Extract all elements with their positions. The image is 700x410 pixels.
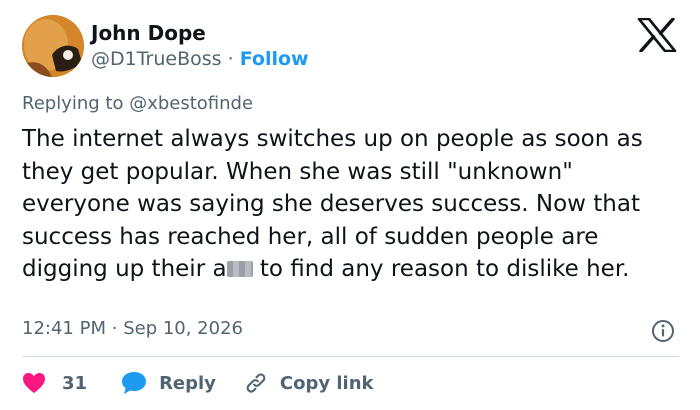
like-button[interactable]: 31 bbox=[22, 372, 87, 394]
follow-button[interactable]: Follow bbox=[240, 48, 309, 70]
author-name[interactable]: John Dope bbox=[91, 21, 206, 45]
reply-button[interactable]: Reply bbox=[121, 371, 216, 395]
divider bbox=[22, 356, 679, 357]
author-handle-line: @D1TrueBoss · Follow bbox=[91, 48, 309, 70]
replying-to: Replying to @xbestofinde bbox=[22, 93, 253, 114]
copy-link-label: Copy link bbox=[279, 372, 374, 394]
info-icon[interactable] bbox=[651, 319, 675, 343]
tweet-date: Sep 10, 2026 bbox=[123, 318, 243, 339]
speech-bubble-icon bbox=[122, 372, 147, 394]
avatar-image bbox=[22, 15, 84, 77]
reply-label: Reply bbox=[159, 372, 216, 394]
copy-link-button[interactable]: Copy link bbox=[244, 371, 374, 395]
timestamp-separator: · bbox=[111, 318, 118, 339]
author-handle[interactable]: @D1TrueBoss bbox=[91, 48, 222, 70]
heart-icon bbox=[23, 373, 45, 393]
x-logo-icon[interactable] bbox=[637, 17, 677, 53]
avatar[interactable] bbox=[22, 15, 84, 77]
replying-prefix: Replying to bbox=[22, 93, 130, 114]
tweet-timestamp[interactable]: 12:41 PM · Sep 10, 2026 bbox=[22, 318, 243, 339]
action-bar: 31 Reply Copy link bbox=[22, 368, 374, 398]
tweet-text: The internet always switches up on peopl… bbox=[22, 123, 687, 286]
censor-blur bbox=[226, 261, 253, 278]
tweet-text-part-2: to find any reason to dislike her. bbox=[252, 256, 630, 283]
replying-mention[interactable]: @xbestofinde bbox=[129, 93, 253, 114]
handle-separator: · bbox=[227, 48, 234, 70]
tweet-time: 12:41 PM bbox=[22, 318, 106, 339]
like-count: 31 bbox=[62, 372, 88, 394]
tweet-card: John Dope @D1TrueBoss · Follow Replying … bbox=[0, 0, 700, 410]
link-icon bbox=[246, 373, 266, 393]
